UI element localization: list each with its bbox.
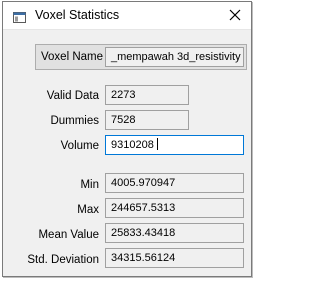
mean-value-label: Mean Value xyxy=(38,229,99,241)
text-caret xyxy=(156,138,158,150)
voxel-statistics-dialog: Voxel Statistics Voxel Name _mempawah 3d… xyxy=(2,1,252,277)
mean-value-field: 25833.43418 xyxy=(105,223,244,243)
std-deviation-label: Std. Deviation xyxy=(27,254,99,266)
window-title: Voxel Statistics xyxy=(35,8,120,22)
valid-data-field: 2273 xyxy=(105,85,189,105)
dummies-field: 7528 xyxy=(105,110,189,130)
close-icon[interactable] xyxy=(225,5,245,25)
voxel-name-field: _mempawah 3d_resistivity xyxy=(105,47,244,67)
max-field: 244657.5313 xyxy=(105,198,244,218)
volume-field[interactable]: 9310208 xyxy=(105,135,244,155)
window-app-icon xyxy=(13,10,26,23)
min-label: Min xyxy=(80,179,99,191)
voxel-name-label: Voxel Name xyxy=(41,51,104,63)
volume-value: 9310208 xyxy=(111,139,154,151)
max-label: Max xyxy=(77,204,99,216)
std-deviation-field: 34315.56124 xyxy=(105,248,244,268)
min-field: 4005.970947 xyxy=(105,173,244,193)
valid-data-label: Valid Data xyxy=(46,90,99,102)
title-bar: Voxel Statistics xyxy=(3,2,251,30)
volume-label: Volume xyxy=(60,140,99,152)
voxel-name-button[interactable]: Voxel Name _mempawah 3d_resistivity xyxy=(35,44,247,70)
dummies-label: Dummies xyxy=(50,115,99,127)
